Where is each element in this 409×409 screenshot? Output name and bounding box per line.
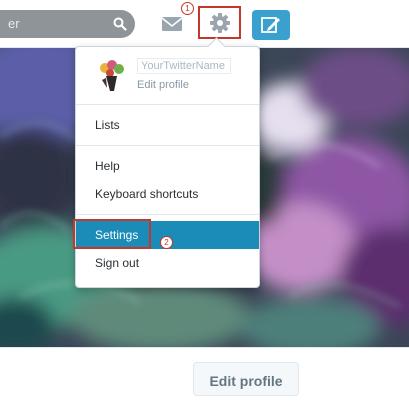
menu-item-sign-out[interactable]: Sign out bbox=[76, 249, 259, 277]
search-input[interactable]: er bbox=[0, 10, 135, 38]
divider bbox=[76, 145, 259, 146]
settings-menu-button[interactable] bbox=[198, 6, 241, 39]
edit-profile-link[interactable]: Edit profile bbox=[137, 79, 189, 91]
top-navigation-bar: er 1 bbox=[0, 0, 409, 48]
avatar bbox=[96, 58, 128, 92]
search-placeholder: er bbox=[8, 16, 20, 31]
edit-profile-button[interactable]: Edit profile bbox=[193, 362, 299, 396]
annotation-step-2: 2 bbox=[160, 236, 173, 249]
divider bbox=[76, 214, 259, 215]
menu-item-lists[interactable]: Lists bbox=[76, 111, 259, 139]
menu-item-keyboard-shortcuts[interactable]: Keyboard shortcuts bbox=[76, 180, 259, 208]
compose-tweet-button[interactable] bbox=[252, 10, 290, 40]
annotation-step-1: 1 bbox=[181, 2, 194, 15]
dropdown-profile-row[interactable]: YourTwitterName Edit profile bbox=[76, 47, 259, 102]
search-icon[interactable] bbox=[113, 17, 127, 31]
settings-dropdown-menu: YourTwitterName Edit profile Lists Help … bbox=[73, 37, 260, 288]
profile-actions-bar: Edit profile bbox=[0, 347, 409, 409]
mail-icon[interactable] bbox=[161, 15, 183, 33]
gear-icon bbox=[210, 13, 230, 33]
menu-item-help[interactable]: Help bbox=[76, 152, 259, 180]
username-text: YourTwitterName bbox=[137, 58, 231, 74]
compose-tweet-icon bbox=[261, 17, 280, 33]
divider bbox=[76, 104, 259, 105]
